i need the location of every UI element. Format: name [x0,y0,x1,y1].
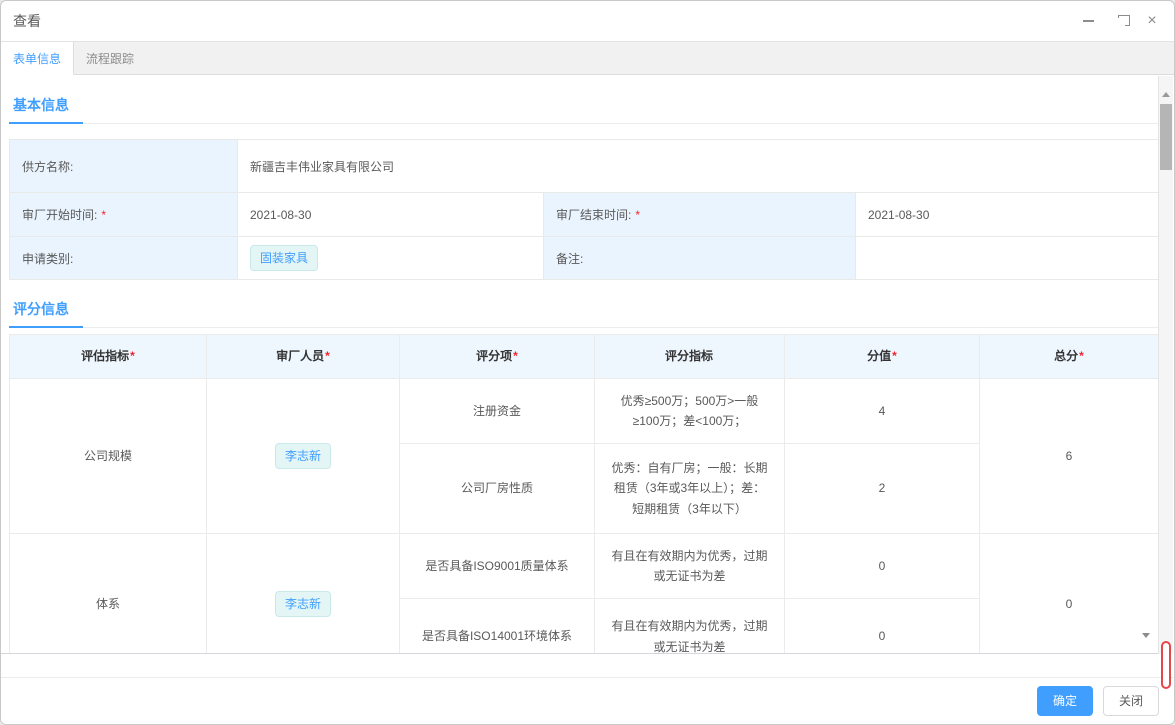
score-cell: 4 [785,379,980,444]
category-label-cell: 申请类别: [10,237,238,279]
score-item-cell: 注册资金 [400,379,595,444]
window-controls: × [1080,13,1160,29]
restore-icon [1115,18,1125,27]
audit-end-value-cell: 2021-08-30 [856,193,1158,237]
close-icon: × [1147,13,1156,29]
red-highlight-indicator [1161,641,1171,689]
col-header-criteria: 评分指标 [595,335,785,379]
criteria-cell: 优秀：自有厂房；一般：长期租赁（3年或3年以上）；差：短期租赁（3年以下） [595,444,785,534]
tab-bar: 表单信息 流程跟踪 [1,41,1174,75]
remark-label-cell: 备注: [544,237,856,279]
required-mark: * [1079,346,1084,366]
tab-form-info[interactable]: 表单信息 [1,42,74,75]
basic-info-grid: 供方名称: 新疆吉丰伟业家具有限公司 审厂开始时间: * 2021-08-30 … [9,139,1159,280]
remark-value-cell [856,237,1158,279]
score-item-cell: 是否具备ISO9001质量体系 [400,534,595,599]
dialog-footer: 确定 关闭 [1,677,1174,724]
auditor-cell: 李志新 [207,534,400,654]
scoring-table: 评估指标* 审厂人员* 评分项* 评分指标 分值* 总分* 公司规模 李志新 [9,334,1159,654]
score-cell: 0 [785,599,980,654]
auditor-tag: 李志新 [275,443,331,469]
total-score-cell: 0 [980,534,1158,654]
score-item-cell: 是否具备ISO14001环境体系 [400,599,595,654]
total-score-cell: 6 [980,379,1158,534]
col-header-auditor: 审厂人员* [207,335,400,379]
required-mark: * [635,208,640,222]
dialog-title: 查看 [13,11,41,31]
tab-process-tracking[interactable]: 流程跟踪 [74,42,146,74]
audit-start-value-cell: 2021-08-30 [238,193,544,237]
basic-info-section-title: 基本信息 [9,87,83,124]
scrollbar-thumb[interactable] [1160,104,1172,170]
score-cell: 2 [785,444,980,534]
scroll-down-arrow-icon[interactable] [1142,633,1150,638]
required-mark: * [325,346,330,366]
indicator-cell: 体系 [10,534,207,654]
col-header-total: 总分* [980,335,1158,379]
vertical-scrollbar[interactable] [1158,76,1173,654]
col-header-item: 评分项* [400,335,595,379]
col-header-indicator: 评估指标* [10,335,207,379]
required-mark: * [101,208,106,222]
category-value-cell: 固装家具 [238,237,544,279]
minimize-icon [1083,20,1094,22]
form-content: 基本信息 供方名称: 新疆吉丰伟业家具有限公司 审厂开始时间: * 2021-0… [1,76,1160,654]
scrollbar-up-arrow-icon[interactable] [1162,92,1170,97]
auditor-cell: 李志新 [207,379,400,534]
indicator-cell: 公司规模 [10,379,207,534]
close-button[interactable]: × [1144,13,1160,29]
supplier-name-label-cell: 供方名称: [10,140,238,193]
auditor-tag: 李志新 [275,591,331,617]
close-dialog-button[interactable]: 关闭 [1103,686,1159,716]
score-cell: 0 [785,534,980,599]
scoring-section-title: 评分信息 [9,291,83,328]
view-dialog: 查看 × 表单信息 流程跟踪 基本信息 供方名称: 新疆吉丰伟业家具有限公司 审… [0,0,1175,725]
required-mark: * [513,346,518,366]
col-header-score: 分值* [785,335,980,379]
criteria-cell: 有且在有效期内为优秀，过期或无证书为差 [595,534,785,599]
dialog-titlebar: 查看 × [1,1,1174,41]
score-item-cell: 公司厂房性质 [400,444,595,534]
confirm-button[interactable]: 确定 [1037,686,1093,716]
required-mark: * [892,346,897,366]
audit-start-label-cell: 审厂开始时间: * [10,193,238,237]
criteria-cell: 优秀≥500万；500万>一般≥100万；差<100万； [595,379,785,444]
basic-info-section-header: 基本信息 [9,87,1160,124]
scoring-section-header: 评分信息 [9,291,1160,328]
minimize-button[interactable] [1080,13,1096,29]
criteria-cell: 有且在有效期内为优秀，过期或无证书为差 [595,599,785,654]
audit-end-label-cell: 审厂结束时间: * [544,193,856,237]
category-tag: 固装家具 [250,245,318,271]
restore-button[interactable] [1112,13,1128,29]
supplier-name-value-cell: 新疆吉丰伟业家具有限公司 [238,140,1158,193]
required-mark: * [130,346,135,366]
